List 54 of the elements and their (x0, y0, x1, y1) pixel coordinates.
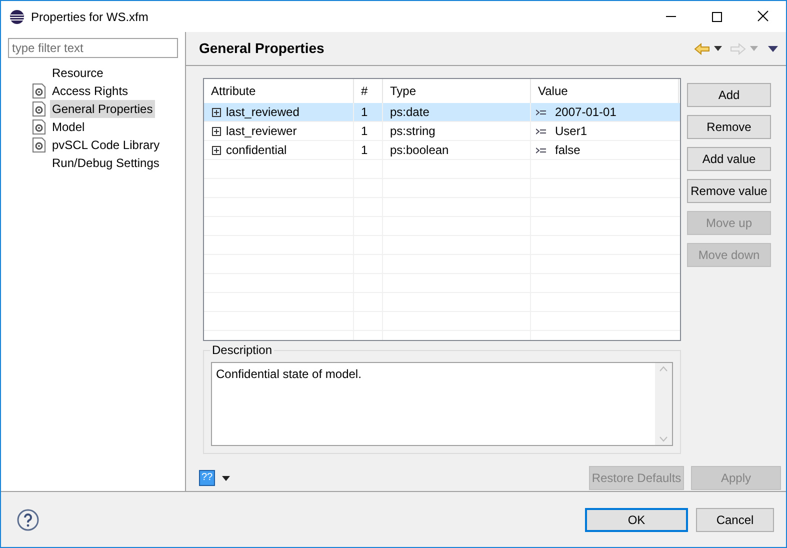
table-cell-text: last_reviewed (226, 104, 300, 121)
help-icon[interactable] (17, 508, 39, 530)
table-cell-text: 1 (361, 123, 368, 140)
table-cell-text: ps:string (390, 123, 436, 140)
button[interactable]: Add value (687, 147, 771, 171)
column-header[interactable]: Value (538, 82, 568, 100)
caret-icon[interactable] (222, 476, 230, 480)
gear-document-icon (31, 83, 47, 99)
tree-item[interactable]: Resource (50, 64, 106, 82)
menu-caret-icon[interactable] (768, 46, 778, 52)
table-cell-text: User1 (555, 123, 588, 140)
app-icon (9, 8, 25, 24)
tree-item[interactable]: Run/Debug Settings (50, 154, 162, 172)
expand-icon[interactable] (212, 108, 221, 116)
column-header[interactable]: Type (390, 82, 416, 100)
table-row[interactable]: last_reviewer 1 ps:string User1 (204, 122, 680, 141)
table-cell-text: ps:date (390, 104, 430, 121)
table-cell-text: 1 (361, 104, 368, 121)
value-icon (536, 146, 546, 154)
description-text: Confidential state of model. (215, 366, 362, 383)
window-title: Properties for WS.xfm (31, 8, 148, 26)
value-icon (536, 108, 546, 116)
table-cell-text: 2007-01-01 (555, 104, 616, 121)
column-header[interactable]: Attribute (211, 82, 256, 100)
tree-item[interactable]: Access Rights (50, 82, 130, 100)
table-cell-text: ps:boolean (390, 142, 449, 159)
description-field[interactable]: Confidential state of model. (211, 362, 673, 446)
filter-field[interactable]: type filter text (8, 38, 178, 58)
button[interactable]: Cancel (696, 508, 774, 532)
button[interactable]: Add (687, 83, 771, 107)
button[interactable]: Remove (687, 115, 771, 139)
expand-icon[interactable] (212, 146, 221, 154)
gear-document-icon (31, 101, 47, 117)
column-header[interactable]: # (361, 82, 368, 100)
expand-icon[interactable] (212, 126, 221, 136)
caret-icon (750, 46, 758, 51)
table-row[interactable]: last_reviewed 1 ps:date 2007-01-01 (204, 103, 680, 122)
table-row[interactable]: confidential 1 ps:boolean false (204, 141, 680, 160)
group-label: Description (210, 343, 274, 357)
table-cell-text: confidential (226, 142, 287, 159)
table-cell-text: last_reviewer (226, 123, 297, 140)
table-cell-text: false (555, 142, 580, 159)
tree-item[interactable]: General Properties (50, 100, 155, 118)
gear-document-icon (31, 137, 47, 153)
gear-document-icon (31, 119, 47, 135)
value-icon (536, 128, 546, 134)
forward-arrow-icon (730, 42, 746, 54)
page-title: General Properties (199, 39, 324, 58)
caret-icon[interactable] (714, 46, 722, 51)
button[interactable]: Remove value (687, 179, 771, 203)
tree-item[interactable]: Model (50, 118, 87, 136)
table-cell-text: 1 (361, 142, 368, 159)
button[interactable]: OK (585, 508, 688, 532)
tree-item[interactable]: pvSCL Code Library (50, 136, 162, 154)
